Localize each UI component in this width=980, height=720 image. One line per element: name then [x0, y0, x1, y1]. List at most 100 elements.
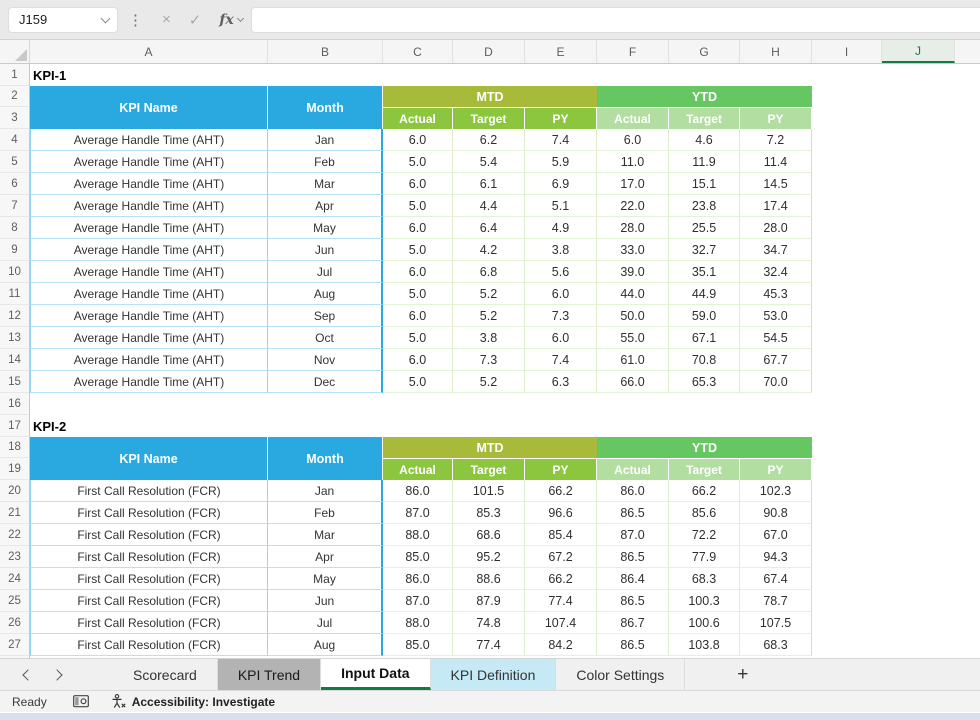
- cell-value[interactable]: 28.0: [597, 217, 669, 239]
- cell-value[interactable]: 70.0: [740, 371, 812, 393]
- cell-kpi-name[interactable]: Average Handle Time (AHT): [30, 173, 268, 195]
- cell-value[interactable]: 96.6: [525, 502, 597, 524]
- cell-kpi-name[interactable]: Average Handle Time (AHT): [30, 129, 268, 151]
- cell-kpi-name[interactable]: Average Handle Time (AHT): [30, 327, 268, 349]
- cell-value[interactable]: 4.4: [453, 195, 525, 217]
- cell-kpi-name[interactable]: First Call Resolution (FCR): [30, 612, 268, 634]
- cell-kpi-name[interactable]: First Call Resolution (FCR): [30, 568, 268, 590]
- cell-value[interactable]: 5.0: [383, 327, 453, 349]
- column-header-C[interactable]: C: [383, 40, 453, 63]
- cell-value[interactable]: 55.0: [597, 327, 669, 349]
- formula-input[interactable]: [251, 7, 980, 33]
- tab-kpi-definition[interactable]: KPI Definition: [431, 659, 557, 690]
- cell-value[interactable]: 6.0: [383, 349, 453, 371]
- cell-value[interactable]: 86.4: [597, 568, 669, 590]
- header-sub-py[interactable]: PY: [525, 458, 597, 480]
- cell-value[interactable]: 11.9: [669, 151, 740, 173]
- cell-month[interactable]: Jun: [268, 239, 383, 261]
- cell-value[interactable]: 61.0: [597, 349, 669, 371]
- cell-value[interactable]: 4.6: [669, 129, 740, 151]
- cell-value[interactable]: 6.0: [383, 173, 453, 195]
- column-header-I[interactable]: I: [812, 40, 882, 63]
- cell-month[interactable]: Aug: [268, 283, 383, 305]
- row-header-20[interactable]: 20: [0, 480, 29, 502]
- cell-value[interactable]: 6.0: [383, 129, 453, 151]
- column-header-D[interactable]: D: [453, 40, 525, 63]
- row-header-19[interactable]: 19: [0, 458, 29, 480]
- cell-kpi-name[interactable]: Average Handle Time (AHT): [30, 195, 268, 217]
- tab-color-settings[interactable]: Color Settings: [556, 659, 685, 690]
- cell-value[interactable]: 3.8: [453, 327, 525, 349]
- row-header-17[interactable]: 17: [0, 415, 29, 437]
- row-header-23[interactable]: 23: [0, 546, 29, 568]
- select-all-button[interactable]: [0, 40, 30, 63]
- cell-value[interactable]: 7.3: [453, 349, 525, 371]
- row-header-2[interactable]: 2: [0, 86, 29, 107]
- cell-value[interactable]: 94.3: [740, 546, 812, 568]
- cell-kpi-name[interactable]: Average Handle Time (AHT): [30, 283, 268, 305]
- row-header-12[interactable]: 12: [0, 305, 29, 327]
- cell-value[interactable]: 86.0: [383, 568, 453, 590]
- cell-value[interactable]: 4.2: [453, 239, 525, 261]
- cell-value[interactable]: 77.4: [453, 634, 525, 656]
- cancel-icon[interactable]: ×: [162, 11, 171, 28]
- header-sub-target[interactable]: Target: [453, 458, 525, 480]
- cell-value[interactable]: 6.0: [597, 129, 669, 151]
- cell-kpi-name[interactable]: Average Handle Time (AHT): [30, 151, 268, 173]
- row-header-18[interactable]: 18: [0, 437, 29, 458]
- cell-value[interactable]: 28.0: [740, 217, 812, 239]
- cell-value[interactable]: 84.2: [525, 634, 597, 656]
- cell-kpi-name[interactable]: First Call Resolution (FCR): [30, 524, 268, 546]
- cell-value[interactable]: 34.7: [740, 239, 812, 261]
- cell-value[interactable]: 67.7: [740, 349, 812, 371]
- cell-kpi-name[interactable]: Average Handle Time (AHT): [30, 239, 268, 261]
- enter-icon[interactable]: ✓: [189, 11, 202, 29]
- cell-value[interactable]: 86.5: [597, 590, 669, 612]
- cell-month[interactable]: Jan: [268, 129, 383, 151]
- cell-value[interactable]: 85.3: [453, 502, 525, 524]
- row-header-27[interactable]: 27: [0, 634, 29, 656]
- cell-month[interactable]: Feb: [268, 151, 383, 173]
- add-sheet-button[interactable]: +: [727, 664, 758, 686]
- header-kpi-name[interactable]: KPI Name: [30, 86, 268, 129]
- cell-value[interactable]: 65.3: [669, 371, 740, 393]
- cell-value[interactable]: 87.0: [383, 590, 453, 612]
- cell-value[interactable]: 54.5: [740, 327, 812, 349]
- cell-value[interactable]: 86.5: [597, 502, 669, 524]
- row-header-4[interactable]: 4: [0, 129, 29, 151]
- cell-kpi-name[interactable]: Average Handle Time (AHT): [30, 217, 268, 239]
- row-header-15[interactable]: 15: [0, 371, 29, 393]
- cell-value[interactable]: 14.5: [740, 173, 812, 195]
- header-sub-actual[interactable]: Actual: [597, 107, 669, 129]
- kpi-title[interactable]: KPI-2: [30, 415, 330, 437]
- header-sub-actual[interactable]: Actual: [597, 458, 669, 480]
- cell-value[interactable]: 103.8: [669, 634, 740, 656]
- header-group-label[interactable]: YTD: [597, 86, 812, 107]
- cell-value[interactable]: 6.4: [453, 217, 525, 239]
- cell-value[interactable]: 67.1: [669, 327, 740, 349]
- cell-value[interactable]: 88.6: [453, 568, 525, 590]
- insert-function-icon[interactable]: fx: [219, 12, 233, 28]
- cell-value[interactable]: 6.0: [383, 217, 453, 239]
- row-header-11[interactable]: 11: [0, 283, 29, 305]
- tab-scorecard[interactable]: Scorecard: [113, 659, 218, 690]
- cell-value[interactable]: 5.4: [453, 151, 525, 173]
- cell-value[interactable]: 6.9: [525, 173, 597, 195]
- cell-value[interactable]: 85.6: [669, 502, 740, 524]
- cell-value[interactable]: 85.0: [383, 546, 453, 568]
- cell-month[interactable]: Oct: [268, 327, 383, 349]
- next-sheet-icon[interactable]: [51, 669, 62, 680]
- cell-value[interactable]: 23.8: [669, 195, 740, 217]
- cell-month[interactable]: Nov: [268, 349, 383, 371]
- header-group-label[interactable]: YTD: [597, 437, 812, 458]
- cell-value[interactable]: 85.4: [525, 524, 597, 546]
- cell-value[interactable]: 87.0: [383, 502, 453, 524]
- column-header-F[interactable]: F: [597, 40, 669, 63]
- accessibility-status[interactable]: Accessibility: Investigate: [111, 694, 275, 709]
- row-header-26[interactable]: 26: [0, 612, 29, 634]
- cell-value[interactable]: 32.7: [669, 239, 740, 261]
- cell-value[interactable]: 68.3: [669, 568, 740, 590]
- cell-value[interactable]: 88.0: [383, 612, 453, 634]
- header-sub-actual[interactable]: Actual: [383, 107, 453, 129]
- cell-month[interactable]: Jul: [268, 261, 383, 283]
